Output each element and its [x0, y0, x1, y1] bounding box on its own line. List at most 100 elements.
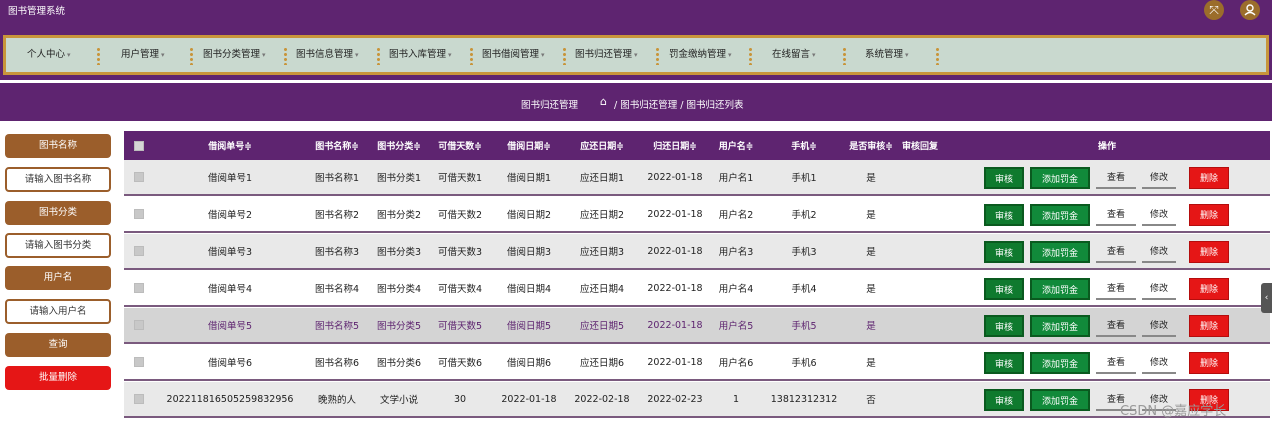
batch-delete-button[interactable]: 批量删除	[5, 366, 111, 390]
query-button[interactable]: 查询	[5, 333, 111, 357]
cell-phone: 手机3	[791, 247, 817, 258]
header-due-date[interactable]: 应还日期≑	[571, 131, 633, 160]
nav-item-fine-management[interactable]: 罚金缴纳管理 ▾	[669, 38, 732, 72]
add-fine-button[interactable]: 添加罚金	[1030, 167, 1090, 189]
audit-button[interactable]: 审核	[984, 278, 1024, 300]
nav-separator	[377, 47, 380, 65]
header-borrow-date[interactable]: 借阅日期≑	[498, 131, 560, 160]
add-fine-button[interactable]: 添加罚金	[1030, 204, 1090, 226]
add-fine-button[interactable]: 添加罚金	[1030, 278, 1090, 300]
edit-button[interactable]: 修改	[1142, 278, 1176, 300]
collapse-handle-icon[interactable]: ‹	[1261, 283, 1272, 313]
audit-button[interactable]: 审核	[984, 241, 1024, 263]
cell-category: 图书分类5	[376, 321, 422, 332]
edit-button[interactable]: 修改	[1142, 167, 1176, 189]
cell-category: 图书分类2	[376, 210, 422, 221]
nav-item-borrow-management[interactable]: 图书借阅管理 ▾	[482, 38, 545, 72]
home-icon[interactable]: ⌂	[600, 95, 607, 108]
cell-book-name: 晚熟的人	[317, 395, 356, 406]
view-button[interactable]: 查看	[1096, 241, 1136, 263]
nav-item-return-management[interactable]: 图书归还管理 ▾	[575, 38, 638, 72]
cell-category: 图书分类6	[376, 358, 422, 369]
view-button[interactable]: 查看	[1096, 167, 1136, 189]
cell-phone: 手机2	[791, 210, 817, 221]
view-button[interactable]: 查看	[1096, 315, 1136, 337]
header-return-date[interactable]: 归还日期≑	[644, 131, 706, 160]
row-checkbox[interactable]	[132, 345, 146, 379]
fullscreen-icon[interactable]: ⤧	[1204, 0, 1224, 20]
header-phone[interactable]: 手机≑	[774, 131, 834, 160]
nav-separator	[563, 47, 566, 65]
nav-item-category-management[interactable]: 图书分类管理 ▾	[203, 38, 266, 72]
view-button[interactable]: 查看	[1096, 278, 1136, 300]
row-checkbox[interactable]	[132, 234, 146, 268]
select-all-checkbox[interactable]	[132, 131, 146, 160]
cell-category: 图书分类3	[376, 247, 422, 258]
delete-button[interactable]: 删除	[1189, 315, 1229, 337]
view-button[interactable]: 查看	[1096, 352, 1136, 374]
audit-button[interactable]: 审核	[984, 315, 1024, 337]
nav-separator	[190, 47, 193, 65]
breadcrumb-bar: 图书归还管理 ⌂ / 图书归还管理 / 图书归还列表	[0, 83, 1272, 121]
cell-borrow-date: 借阅日期3	[506, 247, 552, 258]
cell-due-date: 应还日期5	[579, 321, 625, 332]
audit-button[interactable]: 审核	[984, 352, 1024, 374]
nav-item-book-info-management[interactable]: 图书信息管理 ▾	[296, 38, 359, 72]
category-label: 图书分类	[5, 201, 111, 225]
nav-item-personal-center[interactable]: 个人中心 ▾	[27, 38, 71, 72]
delete-button[interactable]: 删除	[1189, 352, 1229, 374]
cell-audited: 是	[866, 210, 876, 221]
nav-item-user-management[interactable]: 用户管理 ▾	[121, 38, 165, 72]
page-title: 图书归还管理	[521, 100, 579, 111]
book-name-input[interactable]: 请输入图书名称	[5, 167, 111, 192]
delete-button[interactable]: 删除	[1189, 278, 1229, 300]
cell-borrow-date: 2022-01-18	[501, 393, 557, 405]
nav-item-system-management[interactable]: 系统管理 ▾	[865, 38, 909, 72]
cell-username: 用户名6	[718, 358, 754, 369]
audit-button[interactable]: 审核	[984, 204, 1024, 226]
header-days[interactable]: 可借天数≑	[433, 131, 487, 160]
audit-button[interactable]: 审核	[984, 389, 1024, 411]
delete-button[interactable]: 删除	[1189, 204, 1229, 226]
row-checkbox[interactable]	[132, 308, 146, 342]
cell-username: 用户名1	[718, 173, 754, 184]
nav-separator	[656, 47, 659, 65]
edit-button[interactable]: 修改	[1142, 315, 1176, 337]
top-bar: 图书管理系统 ⤧	[0, 0, 1272, 30]
header-borrow-no[interactable]: 借阅单号≑	[180, 131, 280, 160]
cell-book-name: 图书名称4	[314, 284, 360, 295]
add-fine-button[interactable]: 添加罚金	[1030, 315, 1090, 337]
add-fine-button[interactable]: 添加罚金	[1030, 241, 1090, 263]
header-audited[interactable]: 是否审核≑	[846, 131, 896, 160]
table-row: 借阅单号2 图书名称2 图书分类2 可借天数2 借阅日期2 应还日期2 2022-01-18…	[124, 197, 1270, 233]
row-checkbox[interactable]	[132, 160, 146, 194]
cell-borrow-date: 借阅日期2	[506, 210, 552, 221]
row-checkbox[interactable]	[132, 271, 146, 305]
cell-username: 用户名2	[718, 210, 754, 221]
username-input[interactable]: 请输入用户名	[5, 299, 111, 324]
header-category[interactable]: 图书分类≑	[372, 131, 426, 160]
cell-category: 图书分类4	[376, 284, 422, 295]
add-fine-button[interactable]: 添加罚金	[1030, 389, 1090, 411]
edit-button[interactable]: 修改	[1142, 241, 1176, 263]
header-ops: 操作	[1097, 142, 1116, 152]
edit-button[interactable]: 修改	[1142, 204, 1176, 226]
user-avatar-icon[interactable]	[1240, 0, 1260, 20]
nav-item-stock-in-management[interactable]: 图书入库管理 ▾	[389, 38, 452, 72]
row-checkbox[interactable]	[132, 382, 146, 416]
edit-button[interactable]: 修改	[1142, 352, 1176, 374]
header-username[interactable]: 用户名≑	[712, 131, 760, 160]
delete-button[interactable]: 删除	[1189, 167, 1229, 189]
nav-item-online-message[interactable]: 在线留言 ▾	[772, 38, 816, 72]
category-input[interactable]: 请输入图书分类	[5, 233, 111, 258]
table-row: 借阅单号4 图书名称4 图书分类4 可借天数4 借阅日期4 应还日期4 2022-01-18…	[124, 271, 1270, 307]
cell-days: 可借天数4	[437, 284, 483, 295]
row-checkbox[interactable]	[132, 197, 146, 231]
cell-book-name: 图书名称3	[314, 247, 360, 258]
header-book-name[interactable]: 图书名称≑	[310, 131, 364, 160]
add-fine-button[interactable]: 添加罚金	[1030, 352, 1090, 374]
delete-button[interactable]: 删除	[1189, 241, 1229, 263]
audit-button[interactable]: 审核	[984, 167, 1024, 189]
view-button[interactable]: 查看	[1096, 204, 1136, 226]
chevron-down-icon: ▾	[355, 51, 359, 59]
